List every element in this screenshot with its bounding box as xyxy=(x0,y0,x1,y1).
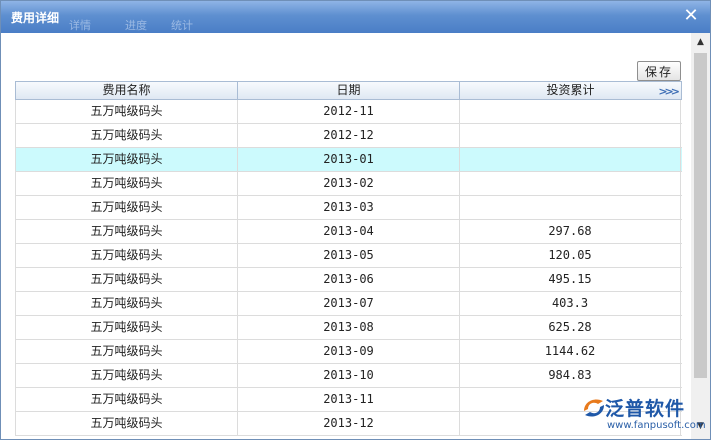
expense-name-cell[interactable]: 五万吨级码头 xyxy=(16,340,238,363)
table-row[interactable]: 五万吨级码头 2012-12 xyxy=(15,124,682,148)
save-button[interactable]: 保存 xyxy=(637,61,681,81)
expense-name-cell[interactable]: 五万吨级码头 xyxy=(16,100,238,123)
date-cell[interactable]: 2013-10 xyxy=(238,364,460,387)
expense-name-cell[interactable]: 五万吨级码头 xyxy=(16,316,238,339)
expense-name-cell[interactable]: 五万吨级码头 xyxy=(16,124,238,147)
fanpu-logo: 泛普软件 www.fanpusoft.com xyxy=(581,393,710,437)
investment-total-cell[interactable]: 625.28 xyxy=(460,316,681,339)
dialog-content: 保存 费用名称 日期 投资累计 >>> 五万吨级码头 2012-11 五万吨级码头 2… xyxy=(1,33,691,439)
investment-total-cell[interactable]: 297.68 xyxy=(460,220,681,243)
investment-total-cell[interactable]: 403.3 xyxy=(460,292,681,315)
date-cell[interactable]: 2012-11 xyxy=(238,100,460,123)
dialog-titlebar[interactable]: 费用详细 详情 进度 统计 ✕ xyxy=(1,1,710,33)
investment-total-cell[interactable]: 495.15 xyxy=(460,268,681,291)
expense-detail-dialog: 费用详细 详情 进度 统计 ✕ 保存 费用名称 日期 投资累计 >>> 五万吨级… xyxy=(0,0,711,440)
scrollbar-thumb[interactable] xyxy=(694,53,707,378)
expense-name-cell[interactable]: 五万吨级码头 xyxy=(16,292,238,315)
column-header-date[interactable]: 日期 xyxy=(238,82,460,99)
grid-body: 五万吨级码头 2012-11 五万吨级码头 2012-12 五万吨级码头 2013-01 五… xyxy=(15,100,682,436)
investment-total-cell[interactable] xyxy=(460,148,681,171)
column-header-label: 投资累计 xyxy=(546,83,595,97)
expense-name-cell[interactable]: 五万吨级码头 xyxy=(16,244,238,267)
logo-url-text: www.fanpusoft.com xyxy=(607,420,706,431)
expense-name-cell[interactable]: 五万吨级码头 xyxy=(16,388,238,411)
table-row[interactable]: 五万吨级码头 2013-08 625.28 xyxy=(15,316,682,340)
fanpu-logo-icon xyxy=(584,399,604,417)
investment-total-cell[interactable] xyxy=(460,124,681,147)
scroll-up-arrow-icon[interactable]: ▲ xyxy=(691,37,710,51)
background-tab-ghost: 统计 xyxy=(171,19,193,32)
expense-name-cell[interactable]: 五万吨级码头 xyxy=(16,412,238,435)
background-tab-ghost: 进度 xyxy=(125,19,147,32)
date-cell[interactable]: 2013-06 xyxy=(238,268,460,291)
table-row[interactable]: 五万吨级码头 2013-09 1144.62 xyxy=(15,340,682,364)
table-row[interactable]: 五万吨级码头 2013-03 xyxy=(15,196,682,220)
investment-total-cell[interactable] xyxy=(460,172,681,195)
investment-total-cell[interactable] xyxy=(460,100,681,123)
vertical-scrollbar[interactable]: ▲ ▼ xyxy=(691,33,710,439)
investment-total-cell[interactable]: 984.83 xyxy=(460,364,681,387)
date-cell[interactable]: 2013-07 xyxy=(238,292,460,315)
background-tab-ghost: 详情 xyxy=(69,19,91,32)
date-cell[interactable]: 2013-03 xyxy=(238,196,460,219)
table-row[interactable]: 五万吨级码头 2013-02 xyxy=(15,172,682,196)
column-header-expense-name[interactable]: 费用名称 xyxy=(16,82,238,99)
date-cell[interactable]: 2013-04 xyxy=(238,220,460,243)
double-chevron-right-icon[interactable]: >>> xyxy=(658,83,680,100)
table-row[interactable]: 五万吨级码头 2013-05 120.05 xyxy=(15,244,682,268)
date-cell[interactable]: 2013-01 xyxy=(238,148,460,171)
table-row[interactable]: 五万吨级码头 2013-04 297.68 xyxy=(15,220,682,244)
expense-grid: 费用名称 日期 投资累计 >>> 五万吨级码头 2012-11 五万吨级码头 2012… xyxy=(15,81,682,436)
date-cell[interactable]: 2012-12 xyxy=(238,124,460,147)
expense-name-cell[interactable]: 五万吨级码头 xyxy=(16,268,238,291)
expense-name-cell[interactable]: 五万吨级码头 xyxy=(16,364,238,387)
date-cell[interactable]: 2013-12 xyxy=(238,412,460,435)
close-icon[interactable]: ✕ xyxy=(682,6,700,26)
date-cell[interactable]: 2013-02 xyxy=(238,172,460,195)
date-cell[interactable]: 2013-08 xyxy=(238,316,460,339)
expense-name-cell[interactable]: 五万吨级码头 xyxy=(16,172,238,195)
table-row[interactable]: 五万吨级码头 2013-10 984.83 xyxy=(15,364,682,388)
table-row[interactable]: 五万吨级码头 2013-07 403.3 xyxy=(15,292,682,316)
table-row[interactable]: 五万吨级码头 2013-01 xyxy=(15,148,682,172)
expense-name-cell[interactable]: 五万吨级码头 xyxy=(16,220,238,243)
date-cell[interactable]: 2013-09 xyxy=(238,340,460,363)
expense-name-cell[interactable]: 五万吨级码头 xyxy=(16,196,238,219)
column-header-investment-total[interactable]: 投资累计 >>> xyxy=(460,82,681,99)
date-cell[interactable]: 2013-11 xyxy=(238,388,460,411)
grid-header: 费用名称 日期 投资累计 >>> xyxy=(15,81,682,100)
investment-total-cell[interactable]: 1144.62 xyxy=(460,340,681,363)
investment-total-cell[interactable] xyxy=(460,196,681,219)
date-cell[interactable]: 2013-05 xyxy=(238,244,460,267)
expense-name-cell[interactable]: 五万吨级码头 xyxy=(16,148,238,171)
logo-brand-text: 泛普软件 xyxy=(605,398,686,420)
table-row[interactable]: 五万吨级码头 2012-11 xyxy=(15,100,682,124)
dialog-title: 费用详细 xyxy=(11,11,60,25)
investment-total-cell[interactable]: 120.05 xyxy=(460,244,681,267)
table-row[interactable]: 五万吨级码头 2013-06 495.15 xyxy=(15,268,682,292)
